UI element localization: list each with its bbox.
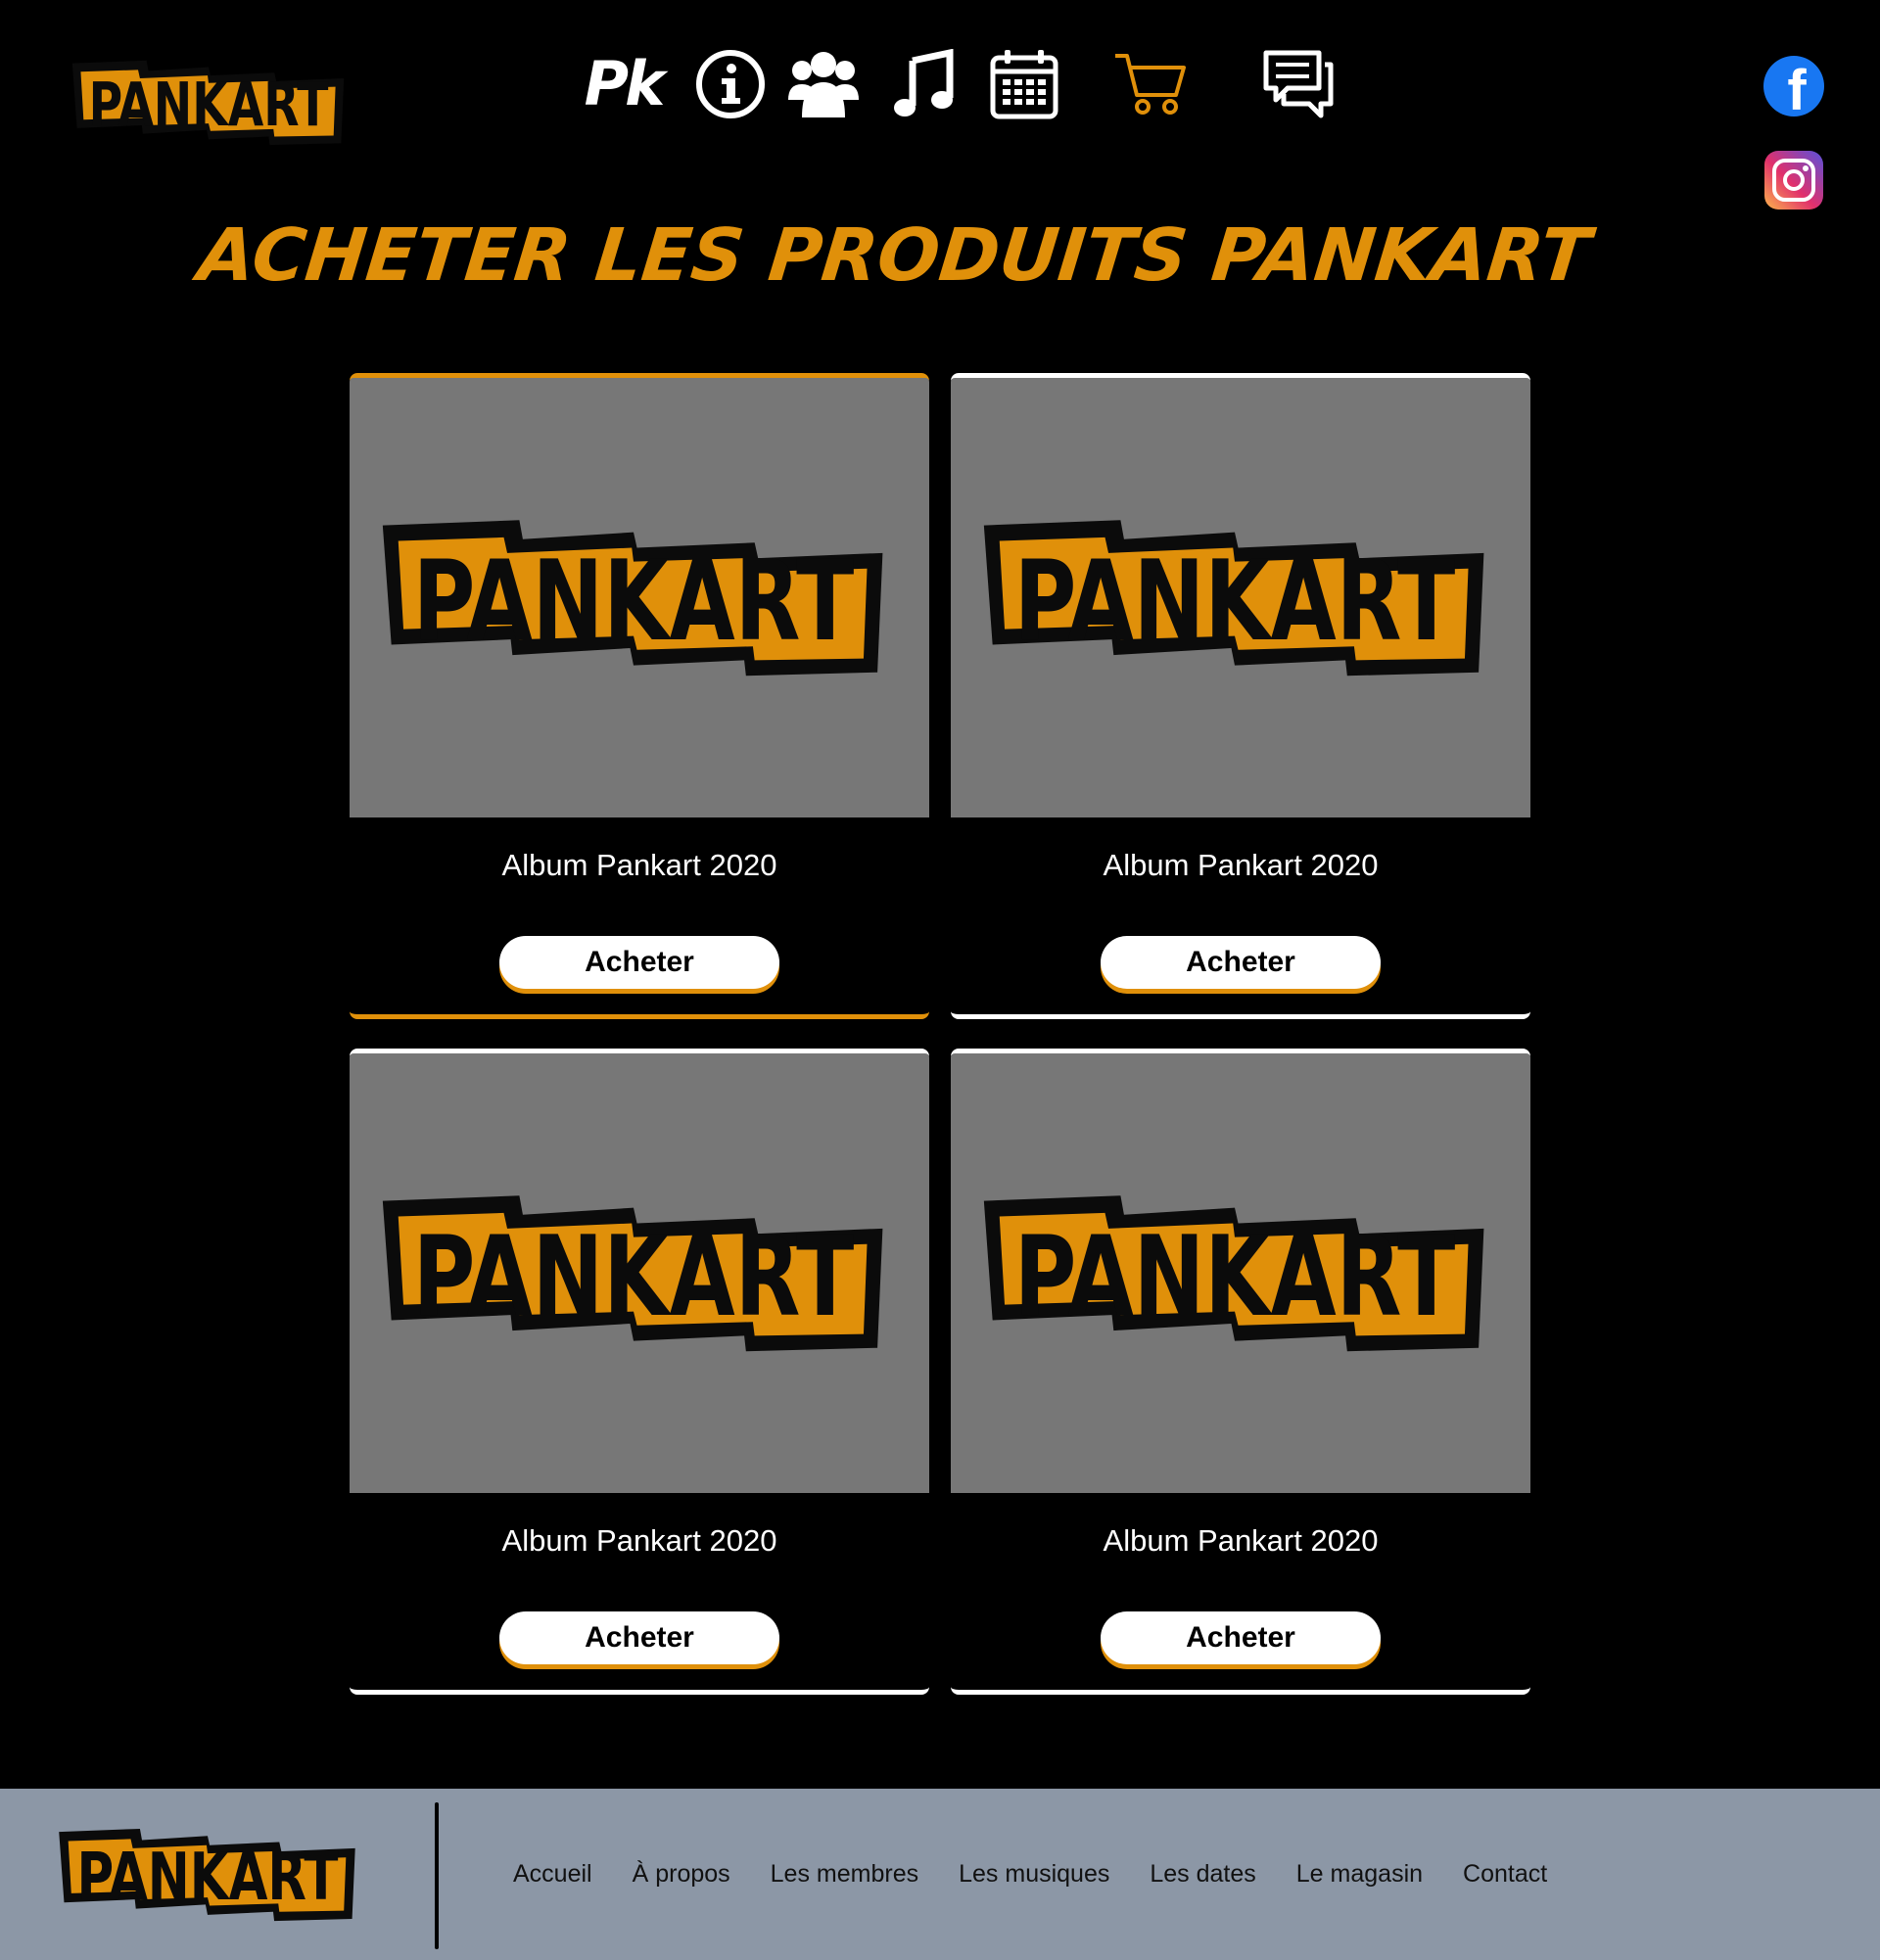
facebook-icon[interactable]: f <box>1762 55 1825 117</box>
footer-link-a-propos[interactable]: À propos <box>633 1860 730 1889</box>
nav-home[interactable]: Pk <box>584 45 666 123</box>
chat-icon <box>1263 50 1334 118</box>
product-name: Album Pankart 2020 <box>501 848 777 882</box>
pankart-logo: PANKART <box>983 520 1484 677</box>
buy-button[interactable]: Acheter <box>1101 936 1381 989</box>
pankart-logo: PANKART <box>983 1195 1484 1352</box>
calendar-icon <box>990 50 1058 119</box>
music-note-icon <box>894 49 954 117</box>
cart-icon <box>1115 54 1186 115</box>
footer-nav: Accueil À propos Les membres Les musique… <box>513 1789 1587 1960</box>
product-image[interactable]: PANKART <box>350 1053 929 1493</box>
footer-link-magasin[interactable]: Le magasin <box>1296 1860 1423 1889</box>
product-card: PANKART Album Pankart 2020 Acheter <box>951 373 1530 1019</box>
product-image[interactable]: PANKART <box>951 378 1530 817</box>
logo-wordmark: PANKART <box>89 70 329 140</box>
nav-dates[interactable] <box>985 45 1063 123</box>
product-card: PANKART Album Pankart 2020 Acheter <box>350 373 929 1019</box>
members-icon <box>788 52 859 117</box>
instagram-icon[interactable] <box>1762 149 1825 211</box>
buy-button[interactable]: Acheter <box>499 936 779 989</box>
product-name: Album Pankart 2020 <box>1103 1523 1379 1558</box>
svg-text:PANKART: PANKART <box>1014 537 1456 666</box>
footer-link-dates[interactable]: Les dates <box>1150 1860 1255 1889</box>
pankart-logo: PANKART <box>382 520 883 677</box>
product-card: PANKART Album Pankart 2020 Acheter <box>951 1049 1530 1695</box>
product-card: PANKART Album Pankart 2020 Acheter <box>350 1049 929 1695</box>
pankart-logo: PANKART <box>382 1195 883 1352</box>
buy-button[interactable]: Acheter <box>1101 1611 1381 1664</box>
pankart-logo[interactable]: PANKART <box>54 1820 361 1928</box>
nav-members[interactable] <box>784 45 863 123</box>
info-icon <box>696 50 765 118</box>
page-title: ACHETER LES PRODUITS PANKART <box>194 213 1594 298</box>
footer-link-accueil[interactable]: Accueil <box>513 1860 592 1889</box>
svg-text:PANKART: PANKART <box>77 1839 339 1915</box>
footer-link-musiques[interactable]: Les musiques <box>959 1860 1109 1889</box>
nav-shop[interactable] <box>1111 45 1190 123</box>
footer-link-membres[interactable]: Les membres <box>771 1860 918 1889</box>
pankart-logo[interactable]: PANKART <box>63 55 354 149</box>
site-header: PANKART Pk f <box>0 0 1880 210</box>
footer-link-contact[interactable]: Contact <box>1463 1860 1547 1889</box>
pk-monogram-icon: Pk <box>584 48 666 119</box>
footer-divider <box>435 1802 439 1949</box>
nav-about[interactable] <box>691 45 770 123</box>
nav-contact[interactable] <box>1259 45 1338 123</box>
product-name: Album Pankart 2020 <box>501 1523 777 1558</box>
site-footer: PANKART Accueil À propos Les membres Les… <box>0 1789 1880 1960</box>
svg-text:f: f <box>1787 59 1807 117</box>
svg-text:PANKART: PANKART <box>413 1212 855 1341</box>
product-name: Album Pankart 2020 <box>1103 848 1379 882</box>
svg-text:PANKART: PANKART <box>1014 1212 1456 1341</box>
product-image[interactable]: PANKART <box>350 378 929 817</box>
svg-text:PANKART: PANKART <box>413 537 855 666</box>
product-image[interactable]: PANKART <box>951 1053 1530 1493</box>
nav-music[interactable] <box>885 45 964 123</box>
buy-button[interactable]: Acheter <box>499 1611 779 1664</box>
